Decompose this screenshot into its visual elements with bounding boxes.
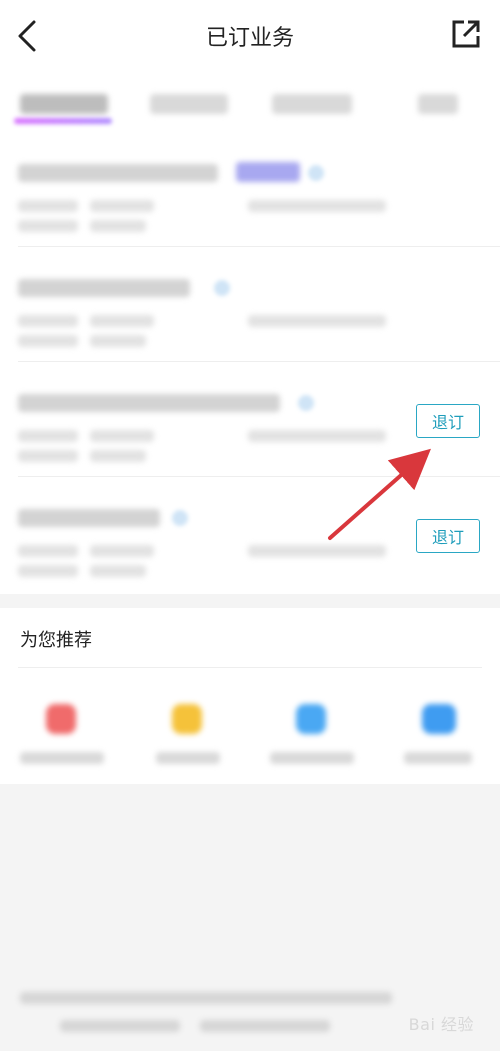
footer-text bbox=[200, 1020, 330, 1032]
section-title: 为您推荐 bbox=[20, 630, 92, 651]
recommend-icon[interactable] bbox=[46, 704, 76, 734]
subscription-list: 退订 退订 bbox=[0, 132, 500, 594]
footer-text bbox=[60, 1020, 180, 1032]
recommend-label bbox=[20, 752, 104, 764]
recommend-icon[interactable] bbox=[172, 704, 202, 734]
recommend-label bbox=[404, 752, 472, 764]
list-item bbox=[0, 247, 500, 362]
tab-1[interactable] bbox=[20, 94, 108, 114]
unsubscribe-button[interactable]: 退订 bbox=[416, 404, 480, 438]
list-item: 退订 bbox=[0, 477, 500, 592]
external-share-icon[interactable] bbox=[450, 18, 482, 50]
divider bbox=[18, 667, 482, 668]
recommend-label bbox=[156, 752, 220, 764]
recommend-section: 为您推荐 bbox=[0, 608, 500, 784]
unsubscribe-button[interactable]: 退订 bbox=[416, 519, 480, 553]
tab-2[interactable] bbox=[150, 94, 228, 114]
list-item bbox=[0, 132, 500, 247]
recommend-icon[interactable] bbox=[422, 704, 456, 734]
footer-text bbox=[20, 992, 392, 1004]
page-title: 已订业务 bbox=[205, 26, 294, 51]
recommend-icon[interactable] bbox=[296, 704, 326, 734]
active-tab-indicator bbox=[14, 118, 112, 124]
chevron-left-icon[interactable] bbox=[14, 18, 44, 54]
watermark-text: Bai 经验 bbox=[408, 1015, 474, 1034]
top-bar: 已订业务 bbox=[0, 0, 500, 72]
list-item: 退订 bbox=[0, 362, 500, 477]
tab-3[interactable] bbox=[272, 94, 352, 114]
recommend-label bbox=[270, 752, 354, 764]
tab-4[interactable] bbox=[418, 94, 458, 114]
